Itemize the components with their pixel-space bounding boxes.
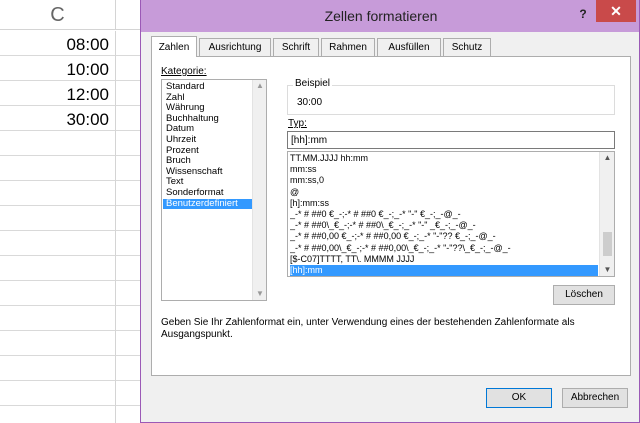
column-header-c[interactable]: C (0, 0, 116, 30)
sample-value: 30:00 (297, 97, 323, 108)
help-icon[interactable]: ? (573, 4, 593, 24)
cell-value: 12:00 (66, 85, 109, 104)
sheet-row[interactable] (0, 281, 116, 306)
scroll-down-icon[interactable]: ▼ (253, 288, 267, 300)
hint-text: Geben Sie Ihr Zahlenformat ein, unter Ve… (161, 317, 575, 340)
format-item[interactable]: TT.MM.JJJJ hh:mm (290, 153, 598, 164)
delete-button[interactable]: Löschen (553, 285, 615, 305)
category-item[interactable]: Standard (163, 81, 254, 93)
sheet-row[interactable] (0, 306, 116, 331)
sheet-row[interactable] (0, 131, 116, 156)
tab-schutz[interactable]: Schutz (443, 38, 491, 56)
category-item[interactable]: Uhrzeit (163, 134, 254, 146)
tab-ausrichtung[interactable]: Ausrichtung (199, 38, 271, 56)
close-icon[interactable]: ✕ (596, 0, 636, 22)
format-item[interactable]: _-* # ##0,00 €_-;-* # ##0,00 €_-;_-* "-"… (290, 231, 598, 242)
category-item[interactable]: Benutzerdefiniert (163, 198, 254, 210)
cancel-button[interactable]: Abbrechen (562, 388, 628, 408)
sheet-row[interactable]: 10:00 (0, 56, 116, 81)
tab-schrift[interactable]: Schrift (273, 38, 319, 56)
category-label: Kategorie: (161, 66, 207, 77)
cell-value: 08:00 (66, 35, 109, 54)
category-item[interactable]: Sonderformat (163, 187, 254, 199)
dialog-title: Zellen formatieren (324, 8, 438, 24)
tab-panel-zahlen: Kategorie: Standard Zahl Währung Buchhaltun… (151, 56, 631, 376)
cell-value: 30:00 (66, 110, 109, 129)
type-input[interactable] (287, 131, 615, 149)
tab-rahmen[interactable]: Rahmen (321, 38, 375, 56)
format-list[interactable]: TT.MM.JJJJ hh:mm mm:ss mm:ss,0 @ [h]:mm:ss _-… (287, 151, 615, 277)
format-cells-dialog: Zellen formatieren ? ✕ Zahlen Ausrichtun… (140, 0, 640, 423)
sheet-row[interactable] (0, 256, 116, 281)
sheet-row[interactable] (0, 181, 116, 206)
scroll-up-icon[interactable]: ▲ (600, 152, 614, 164)
sample-label: Beispiel (293, 78, 333, 89)
sheet-row[interactable] (0, 331, 116, 356)
cell-value: 10:00 (66, 60, 109, 79)
format-item[interactable]: [hh]:mm (290, 265, 598, 276)
sheet-row[interactable] (0, 156, 116, 181)
sheet-row[interactable] (0, 231, 116, 256)
scroll-thumb[interactable] (603, 232, 612, 256)
sheet-row[interactable] (0, 206, 116, 231)
scroll-down-icon[interactable]: ▼ (600, 264, 614, 276)
format-item[interactable]: _-* # ##0,00\_€_-;-* # ##0,00\_€_-;_-* "… (290, 243, 598, 254)
ok-button[interactable]: OK (486, 388, 552, 408)
type-label: Typ: (288, 118, 307, 129)
tab-zahlen[interactable]: Zahlen (151, 36, 197, 57)
sheet-row[interactable]: 30:00 (0, 106, 116, 131)
category-list[interactable]: Standard Zahl Währung Buchhaltung Datum Uhrze… (161, 79, 267, 301)
sheet-row[interactable] (0, 406, 116, 423)
format-scrollbar[interactable]: ▲ ▼ (599, 152, 614, 276)
format-item[interactable]: _-* # ##0\_€_-;-* # ##0\_€_-;_-* "-" _€_… (290, 220, 598, 231)
scroll-up-icon[interactable]: ▲ (253, 80, 267, 92)
tab-ausfuellen[interactable]: Ausfüllen (377, 38, 441, 56)
format-item[interactable]: [$-C07]TTTT, TT\. MMMM JJJJ (290, 254, 598, 265)
sheet-row[interactable]: 08:00 (0, 31, 116, 56)
sheet-row[interactable]: 12:00 (0, 81, 116, 106)
sample-group (287, 85, 615, 115)
dialog-titlebar[interactable]: Zellen formatieren ? ✕ (141, 0, 639, 32)
format-item[interactable]: @ (290, 187, 598, 198)
format-item[interactable]: _-* # ##0 €_-;-* # ##0 €_-;_-* "-" €_-;_… (290, 209, 598, 220)
format-item[interactable]: mm:ss,0 (290, 175, 598, 186)
format-item[interactable]: [h]:mm:ss (290, 198, 598, 209)
sheet-row[interactable] (0, 356, 116, 381)
sheet-row[interactable] (0, 381, 116, 406)
format-item[interactable]: mm:ss (290, 164, 598, 175)
category-scrollbar[interactable]: ▲ ▼ (252, 80, 266, 300)
